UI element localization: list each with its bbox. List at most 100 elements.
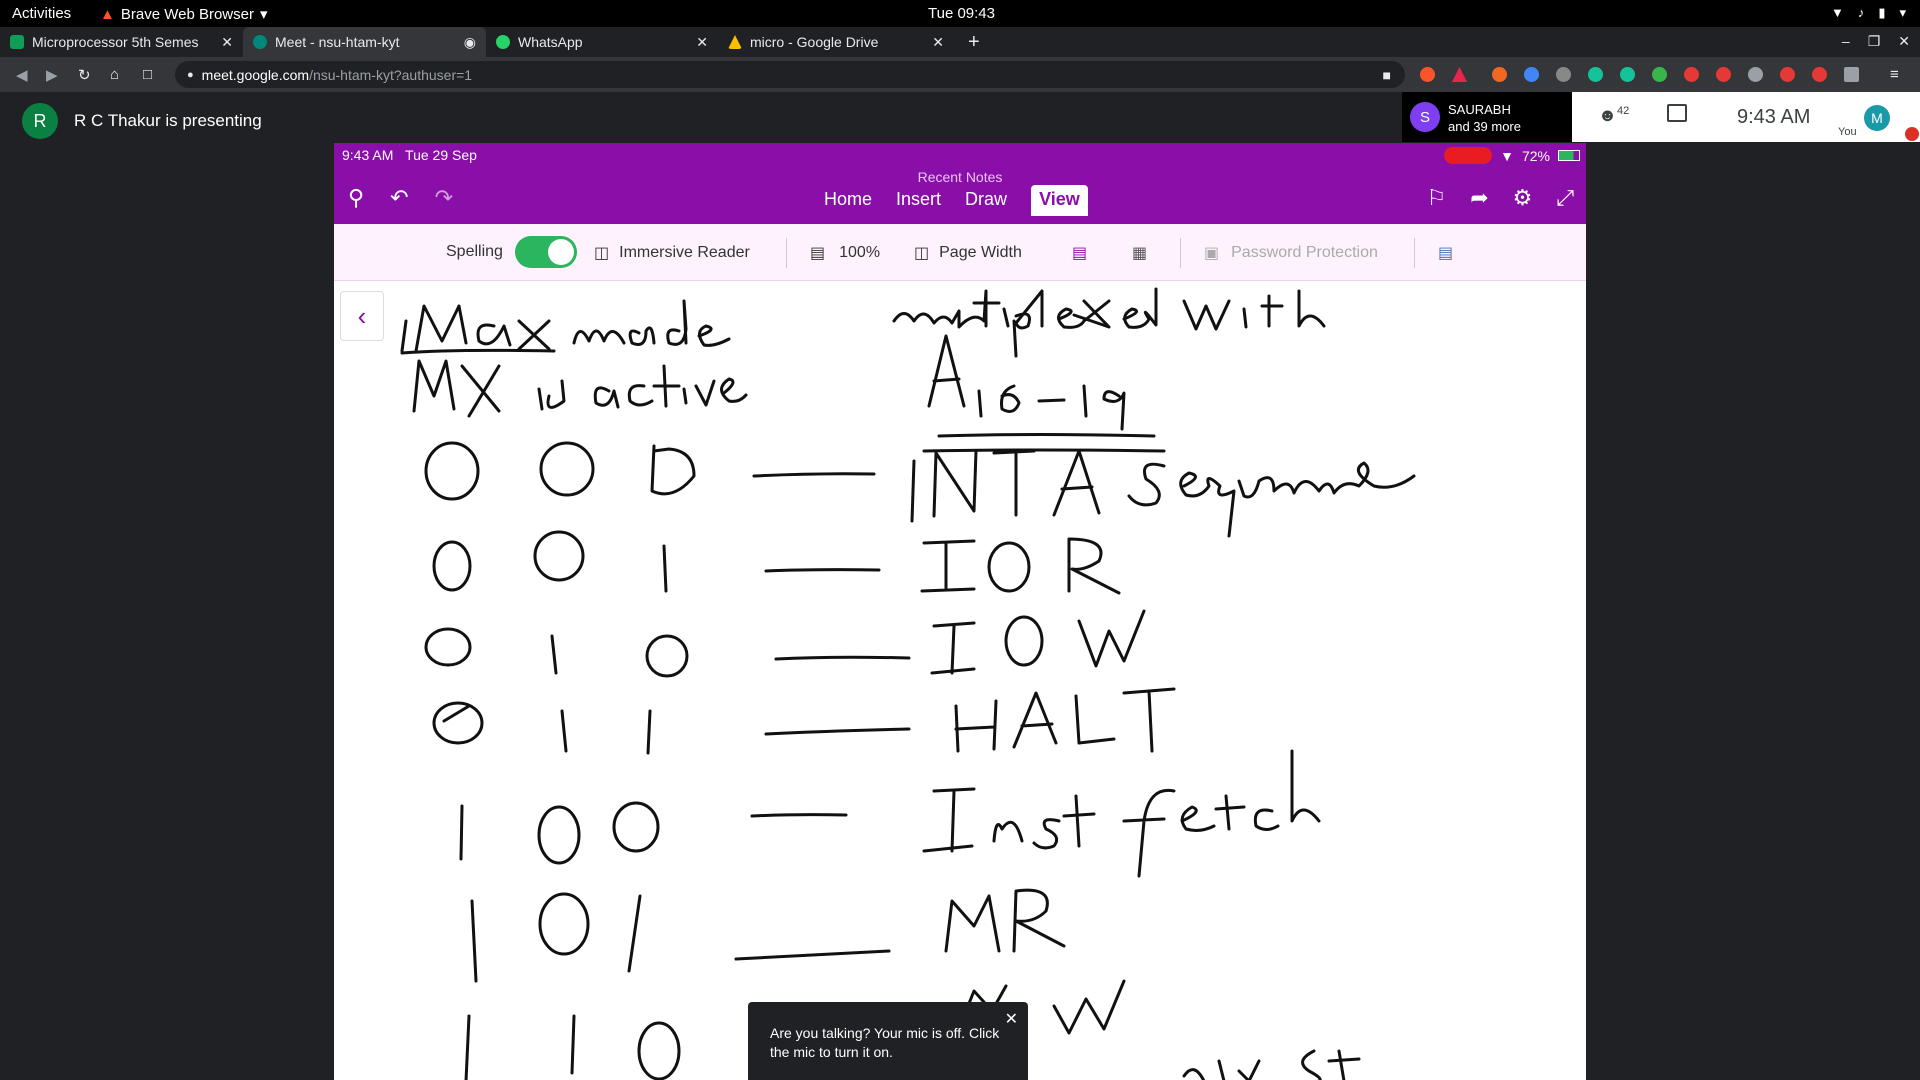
- zoom-button[interactable]: ▤ 100%: [810, 243, 880, 263]
- activities-button[interactable]: Activities: [12, 5, 71, 22]
- paper-style-icon[interactable]: ▤: [1072, 243, 1087, 263]
- close-icon[interactable]: ✕: [221, 34, 233, 51]
- ink-stroke: [537, 379, 566, 411]
- app-menu[interactable]: ▲ Brave Web Browser ▾: [100, 5, 268, 24]
- reload-icon[interactable]: ↻: [78, 66, 91, 84]
- tab-microprocessor[interactable]: Microprocessor 5th Semes ✕: [0, 27, 243, 57]
- ink-stroke: [954, 699, 998, 753]
- ink-stroke: [774, 655, 911, 661]
- ink-stroke: [533, 530, 585, 582]
- extension-icon[interactable]: [1588, 67, 1603, 82]
- immersive-reader-button[interactable]: ◫ Immersive Reader: [594, 243, 750, 263]
- tab-insert[interactable]: Insert: [896, 189, 941, 216]
- ink-stroke: [1037, 384, 1126, 431]
- people-count: 42: [1616, 105, 1630, 117]
- redo-icon[interactable]: ↷: [435, 185, 453, 211]
- ink-stroke: [1253, 808, 1280, 831]
- bookmark-icon[interactable]: □: [143, 66, 152, 83]
- self-avatar[interactable]: M: [1864, 105, 1890, 131]
- chat-icon[interactable]: [1667, 104, 1687, 122]
- collapse-icon[interactable]: ⤢: [1556, 185, 1574, 211]
- url-bar[interactable]: ● meet.google.com /nsu-htam-kyt?authuser…: [175, 61, 1405, 88]
- ink-stroke: [538, 892, 590, 956]
- extension-icon[interactable]: [1524, 67, 1539, 82]
- ink-stroke: [734, 949, 891, 961]
- close-icon[interactable]: ✕: [1005, 1010, 1018, 1029]
- handwritten-notes: [400, 287, 1416, 1080]
- extension-icon[interactable]: [1780, 67, 1795, 82]
- plus-icon: +: [968, 30, 980, 53]
- extension-icon[interactable]: [1492, 67, 1507, 82]
- close-icon[interactable]: ✕: [696, 34, 708, 51]
- extension-icon[interactable]: [1556, 67, 1571, 82]
- chevron-down-icon: ▾: [259, 6, 268, 23]
- ink-stroke: [645, 634, 689, 678]
- tab-draw[interactable]: Draw: [965, 189, 1007, 216]
- extension-icon[interactable]: [1812, 67, 1827, 82]
- extension-icon[interactable]: [1620, 67, 1635, 82]
- extension-icon[interactable]: [1844, 67, 1859, 82]
- ink-stroke: [1290, 749, 1321, 823]
- search-icon[interactable]: ⚲: [348, 185, 364, 211]
- zoom-label: 100%: [839, 244, 881, 261]
- extension-icon[interactable]: [1748, 67, 1763, 82]
- app-menu-label: Brave Web Browser: [120, 5, 254, 23]
- restore-icon[interactable]: ❐: [1868, 33, 1881, 50]
- ink-stroke: [570, 1014, 576, 1075]
- tab-meet[interactable]: Meet - nsu-htam-kyt ◉: [243, 27, 486, 57]
- drive-icon: [728, 35, 742, 49]
- notebook-title[interactable]: Recent Notes: [334, 169, 1586, 185]
- view-ribbon: Spelling ◫ Immersive Reader ▤ 100% ◫ Pag…: [334, 224, 1586, 281]
- rule-lines-icon[interactable]: ▦: [1132, 243, 1147, 263]
- password-protection-button[interactable]: ▣ Password Protection: [1204, 243, 1378, 263]
- forward-icon[interactable]: ▶: [46, 66, 58, 84]
- back-button[interactable]: ‹: [340, 291, 384, 341]
- people-button[interactable]: ☻42: [1598, 105, 1629, 126]
- system-tray[interactable]: ▼ ♪ ▮ ▾: [1831, 5, 1906, 21]
- onenote-tabs: Home Insert Draw View: [824, 185, 1088, 216]
- tab-view[interactable]: View: [1031, 185, 1088, 216]
- chevron-left-icon: ‹: [357, 300, 367, 331]
- extension-icon[interactable]: [1716, 67, 1731, 82]
- undo-icon[interactable]: ↶: [390, 185, 408, 211]
- ink-stroke: [593, 386, 620, 409]
- ink-stroke: [922, 433, 1166, 453]
- gear-icon[interactable]: ⚙: [1513, 185, 1533, 211]
- tab-drive[interactable]: micro - Google Drive ✕: [718, 27, 954, 57]
- tab-home[interactable]: Home: [824, 189, 872, 216]
- page-width-button[interactable]: ◫ Page Width: [914, 243, 1022, 263]
- bell-icon[interactable]: ⚐: [1426, 185, 1446, 211]
- presenter-text: R C Thakur is presenting: [74, 111, 262, 130]
- share-icon[interactable]: ➦: [1470, 185, 1488, 211]
- brave-rewards-icon[interactable]: [1452, 67, 1467, 82]
- ink-stroke: [662, 544, 668, 593]
- ink-stroke: [920, 539, 976, 593]
- toolbar: ◀ ▶ ↻ ⌂ □ ● meet.google.com /nsu-htam-ky…: [0, 57, 1920, 92]
- classroom-icon: [10, 35, 24, 49]
- tab-whatsapp[interactable]: WhatsApp ✕: [486, 27, 718, 57]
- camera-icon[interactable]: ■: [1383, 67, 1391, 83]
- brave-shields-icon[interactable]: [1420, 67, 1435, 82]
- toggle-switch: [515, 236, 577, 268]
- new-tab-button[interactable]: +: [958, 27, 998, 57]
- page-width-icon: ◫: [914, 245, 930, 262]
- back-icon[interactable]: ◀: [16, 66, 28, 84]
- self-label: You: [1838, 126, 1857, 138]
- ink-stroke: [1067, 537, 1121, 595]
- system-clock[interactable]: Tue 09:43: [928, 5, 995, 22]
- close-icon[interactable]: ✕: [932, 34, 944, 51]
- ipad-status-right: ▼ 72%: [1444, 147, 1580, 164]
- extension-icon[interactable]: [1684, 67, 1699, 82]
- ink-stroke: [414, 304, 468, 353]
- home-icon[interactable]: ⌂: [110, 66, 119, 83]
- sync-page-icon[interactable]: ▤: [1438, 243, 1453, 263]
- extension-icon[interactable]: [1652, 67, 1667, 82]
- spelling-toggle[interactable]: [515, 236, 577, 268]
- ink-stroke: [1182, 1049, 1361, 1080]
- close-window-icon[interactable]: ✕: [1898, 33, 1910, 50]
- url-path: /nsu-htam-kyt?authuser=1: [309, 66, 473, 83]
- lock-icon: ▣: [1204, 245, 1220, 262]
- menu-icon[interactable]: ≡: [1890, 66, 1899, 83]
- participant-tile[interactable]: S SAURABH and 39 more: [1402, 92, 1572, 142]
- minimize-icon[interactable]: –: [1842, 33, 1850, 50]
